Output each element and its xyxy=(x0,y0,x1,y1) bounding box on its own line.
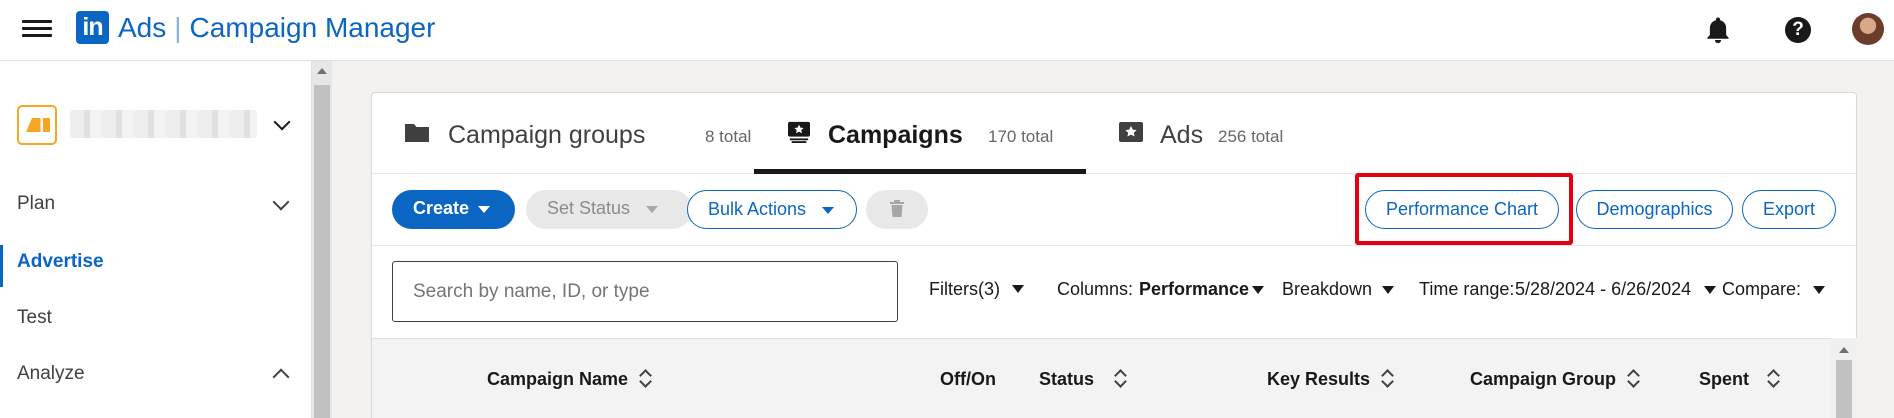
column-header-off-on: Off/On xyxy=(940,369,996,389)
column-header-spent[interactable]: Spent xyxy=(1699,369,1749,390)
app-name: Campaign Manager xyxy=(189,12,436,43)
time-range-caret-icon[interactable] xyxy=(1704,286,1716,294)
create-label: Create xyxy=(413,198,470,218)
breakdown-dropdown[interactable]: Breakdown xyxy=(1282,279,1372,300)
delete-button[interactable] xyxy=(866,190,928,229)
search-input[interactable] xyxy=(392,261,898,322)
time-range-dropdown[interactable]: 5/28/2024 - 6/26/2024 xyxy=(1515,279,1691,300)
top-bar: in Ads | Campaign Manager ? xyxy=(0,0,1894,61)
tab-campaigns[interactable]: Campaigns 170 total xyxy=(786,93,1086,174)
tab-count: 256 total xyxy=(1218,127,1284,146)
campaigns-card: Campaign groups 8 total Campaigns 170 to… xyxy=(371,92,1857,418)
tab-label: Campaign groups xyxy=(448,121,646,149)
toolbar: Create Set Status Bulk Actions Performan… xyxy=(372,174,1856,246)
set-status-button[interactable]: Set Status xyxy=(526,190,692,229)
plan-chevron-down-icon[interactable] xyxy=(272,193,290,211)
column-header-campaign-name[interactable]: Campaign Name xyxy=(487,369,628,390)
tab-label: Campaigns xyxy=(828,121,963,149)
create-button[interactable]: Create xyxy=(392,190,515,229)
set-status-label: Set Status xyxy=(547,198,631,218)
avatar[interactable] xyxy=(1852,13,1884,45)
sidebar-item-test[interactable]: Test xyxy=(17,307,52,329)
compare-dropdown[interactable]: Compare: xyxy=(1722,279,1801,300)
help-icon[interactable]: ? xyxy=(1783,15,1813,45)
campaign-icon xyxy=(788,121,810,143)
linkedin-logo[interactable]: in xyxy=(76,11,109,44)
breakdown-caret-icon[interactable] xyxy=(1382,286,1394,294)
caret-down-icon xyxy=(478,206,490,213)
caret-down-icon xyxy=(646,206,658,213)
filter-bar: Filters(3) Columns: Performance Breakdow… xyxy=(372,246,1856,338)
sidebar-scrollbar[interactable] xyxy=(312,61,332,418)
tab-bar: Campaign groups 8 total Campaigns 170 to… xyxy=(372,93,1856,174)
notifications-bell-icon[interactable] xyxy=(1703,15,1733,45)
export-button[interactable]: Export xyxy=(1742,190,1836,229)
bulk-actions-button[interactable]: Bulk Actions xyxy=(687,190,857,229)
columns-dropdown[interactable]: Performance xyxy=(1139,279,1249,300)
ad-icon xyxy=(1119,122,1143,142)
filters-caret-icon[interactable] xyxy=(1012,285,1024,293)
table-header: Campaign Name Off/On Status Key Results … xyxy=(372,338,1831,418)
sidebar-item-advertise[interactable]: Advertise xyxy=(17,251,104,273)
analyze-chevron-up-icon[interactable] xyxy=(272,368,290,386)
account-logo[interactable] xyxy=(17,105,57,145)
account-name-redacted[interactable] xyxy=(70,110,257,138)
menu-icon[interactable] xyxy=(22,16,52,44)
column-header-campaign-group[interactable]: Campaign Group xyxy=(1470,369,1616,390)
sort-icon[interactable] xyxy=(1767,367,1779,389)
bulk-actions-label: Bulk Actions xyxy=(708,199,807,219)
sort-icon[interactable] xyxy=(1627,367,1639,389)
active-nav-indicator xyxy=(0,245,3,287)
sidebar: Plan Advertise Test Analyze xyxy=(0,61,312,418)
sort-icon[interactable] xyxy=(639,367,651,389)
sort-icon[interactable] xyxy=(1381,367,1393,389)
account-chevron-down-icon[interactable] xyxy=(273,113,291,131)
tab-count: 170 total xyxy=(988,127,1054,146)
demographics-button[interactable]: Demographics xyxy=(1576,190,1733,229)
table-scrollbar[interactable] xyxy=(1831,338,1857,418)
column-header-status[interactable]: Status xyxy=(1039,369,1094,390)
compare-caret-icon[interactable] xyxy=(1813,286,1825,294)
tab-count: 8 total xyxy=(705,127,752,146)
folder-icon xyxy=(405,124,429,142)
tab-ads[interactable]: Ads 256 total xyxy=(1118,93,1338,174)
time-range-label: Time range: xyxy=(1419,279,1515,299)
sort-icon[interactable] xyxy=(1114,367,1126,389)
sidebar-item-analyze[interactable]: Analyze xyxy=(17,363,85,385)
filters-dropdown[interactable]: Filters(3) xyxy=(929,279,1000,300)
column-header-key-results[interactable]: Key Results xyxy=(1267,369,1370,390)
columns-label: Columns: xyxy=(1057,279,1134,299)
tab-label: Ads xyxy=(1160,121,1204,149)
app-title: Ads | Campaign Manager xyxy=(118,12,436,43)
caret-down-icon xyxy=(822,207,834,214)
highlight-box xyxy=(1355,173,1573,245)
product-name: Ads xyxy=(118,12,167,43)
tab-campaign-groups[interactable]: Campaign groups 8 total xyxy=(404,93,751,174)
trash-icon xyxy=(890,200,904,217)
sidebar-item-plan[interactable]: Plan xyxy=(17,193,55,215)
columns-caret-icon[interactable] xyxy=(1252,286,1264,294)
